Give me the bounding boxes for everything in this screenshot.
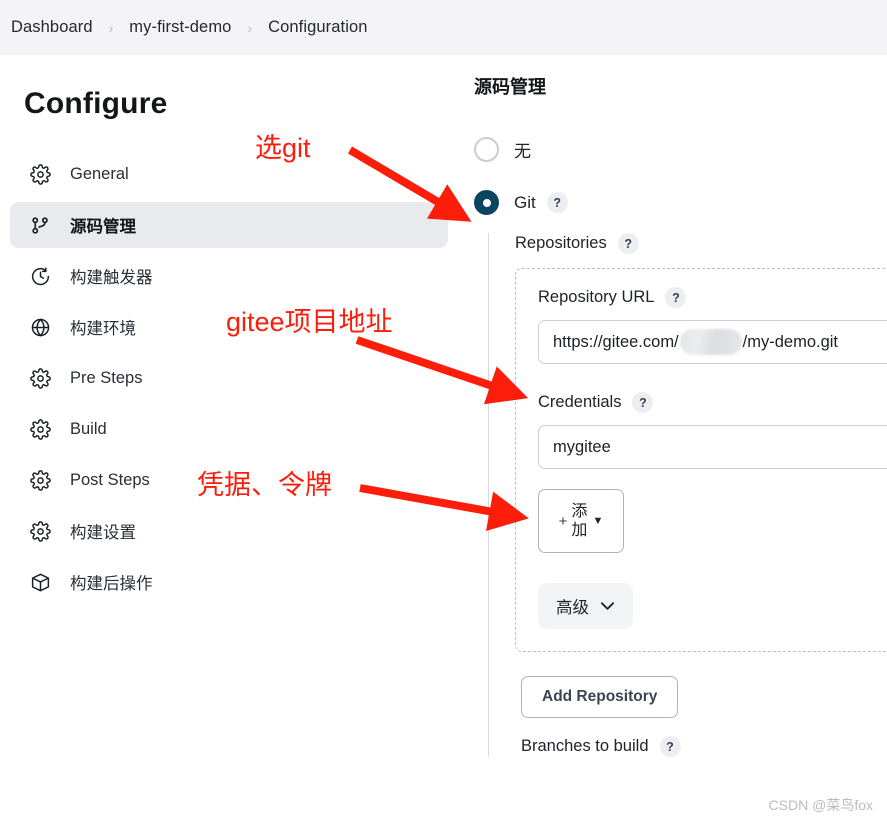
sidebar-item-label: 源码管理 [70, 218, 136, 236]
repository-block: Repository URL ? https://gitee.com/ /my-d… [515, 268, 887, 652]
chevron-down-icon [600, 597, 615, 616]
breadcrumb: Dashboard › my-first-demo › Configuratio… [0, 0, 887, 55]
help-icon-repository-url[interactable]: ? [665, 287, 687, 308]
sidebar-item-label: General [70, 164, 129, 183]
gear-icon [26, 364, 54, 392]
help-icon-git[interactable]: ? [546, 192, 568, 213]
sidebar-item-label: 构建环境 [70, 320, 136, 338]
repository-url-prefix: https://gitee.com/ [553, 332, 679, 351]
sidebar-item-build-settings[interactable]: 构建设置 [10, 508, 448, 554]
radio-git[interactable] [474, 190, 499, 215]
sidebar: Configure General 源码管理 构建触发器 构建环境 Pre St… [0, 55, 460, 823]
gear-icon [26, 466, 54, 494]
git-branch-icon [26, 211, 54, 239]
branches-to-build-label: Branches to build [521, 737, 649, 755]
watermark: CSDN @菜鸟fox [768, 797, 873, 813]
radio-none-label: 无 [514, 142, 531, 161]
add-repository-button[interactable]: Add Repository [521, 676, 679, 718]
breadcrumb-item-project[interactable]: my-first-demo [129, 18, 231, 37]
add-credentials-button[interactable]: + 添加 ▼ [538, 489, 624, 553]
package-icon [26, 568, 54, 596]
section-title: 源码管理 [474, 77, 546, 97]
sidebar-item-source-code-management[interactable]: 源码管理 [10, 202, 448, 248]
globe-icon [26, 313, 54, 341]
credentials-value: mygitee [553, 437, 611, 456]
advanced-label: 高级 [556, 599, 589, 617]
breadcrumb-separator-icon: › [247, 19, 253, 36]
sidebar-item-label: Build [70, 419, 107, 438]
sidebar-item-build-triggers[interactable]: 构建触发器 [10, 253, 448, 299]
sidebar-nav-list: General 源码管理 构建触发器 构建环境 Pre Steps Build … [0, 151, 460, 605]
clock-icon [26, 262, 54, 290]
sidebar-item-label: 构建后操作 [70, 575, 153, 593]
scm-option-none[interactable]: 无 [474, 137, 887, 162]
sidebar-item-general[interactable]: General [10, 151, 448, 197]
gear-icon [26, 517, 54, 545]
credentials-label: Credentials [538, 393, 622, 411]
help-icon-branches[interactable]: ? [659, 736, 681, 757]
help-icon-credentials[interactable]: ? [632, 392, 654, 413]
radio-none[interactable] [474, 137, 499, 162]
scm-main-panel: 源码管理 无 Git ? Repositories ? Repository U… [460, 55, 887, 823]
repository-url-input[interactable]: https://gitee.com/ /my-demo.git [538, 320, 887, 364]
breadcrumb-separator-icon: › [108, 19, 114, 36]
branches-to-build-label-row: Branches to build ? [521, 736, 887, 757]
credentials-select[interactable]: mygitee [538, 425, 887, 469]
add-credentials-label: 添加 [571, 503, 588, 539]
advanced-button[interactable]: 高级 [538, 583, 633, 629]
radio-git-label: Git [514, 192, 536, 212]
scm-option-git[interactable]: Git ? [474, 190, 887, 215]
sidebar-item-pre-steps[interactable]: Pre Steps [10, 355, 448, 401]
repository-url-suffix: /my-demo.git [742, 332, 839, 351]
git-settings-panel: Repositories ? Repository URL ? https://… [488, 233, 887, 757]
plus-icon: + [558, 512, 568, 530]
breadcrumb-item-dashboard[interactable]: Dashboard [11, 18, 93, 37]
sidebar-item-build[interactable]: Build [10, 406, 448, 452]
page-title: Configure [24, 87, 168, 120]
sidebar-item-build-environment[interactable]: 构建环境 [10, 304, 448, 350]
repository-url-label: Repository URL [538, 288, 655, 306]
repository-url-label-row: Repository URL ? [538, 287, 887, 308]
redacted-username-blur [679, 329, 742, 355]
sidebar-item-label: Post Steps [70, 470, 150, 489]
sidebar-item-label: 构建设置 [70, 524, 136, 542]
gear-icon [26, 160, 54, 188]
chevron-down-icon: ▼ [592, 515, 604, 527]
sidebar-item-label: 构建触发器 [70, 269, 153, 287]
sidebar-item-post-steps[interactable]: Post Steps [10, 457, 448, 503]
credentials-label-row: Credentials ? [538, 392, 887, 413]
breadcrumb-item-configuration[interactable]: Configuration [268, 18, 367, 37]
sidebar-item-post-build-actions[interactable]: 构建后操作 [10, 559, 448, 605]
sidebar-item-label: Pre Steps [70, 368, 143, 387]
repositories-label: Repositories [515, 234, 607, 252]
repositories-label-row: Repositories ? [515, 233, 887, 254]
help-icon-repositories[interactable]: ? [617, 233, 639, 254]
gear-icon [26, 415, 54, 443]
